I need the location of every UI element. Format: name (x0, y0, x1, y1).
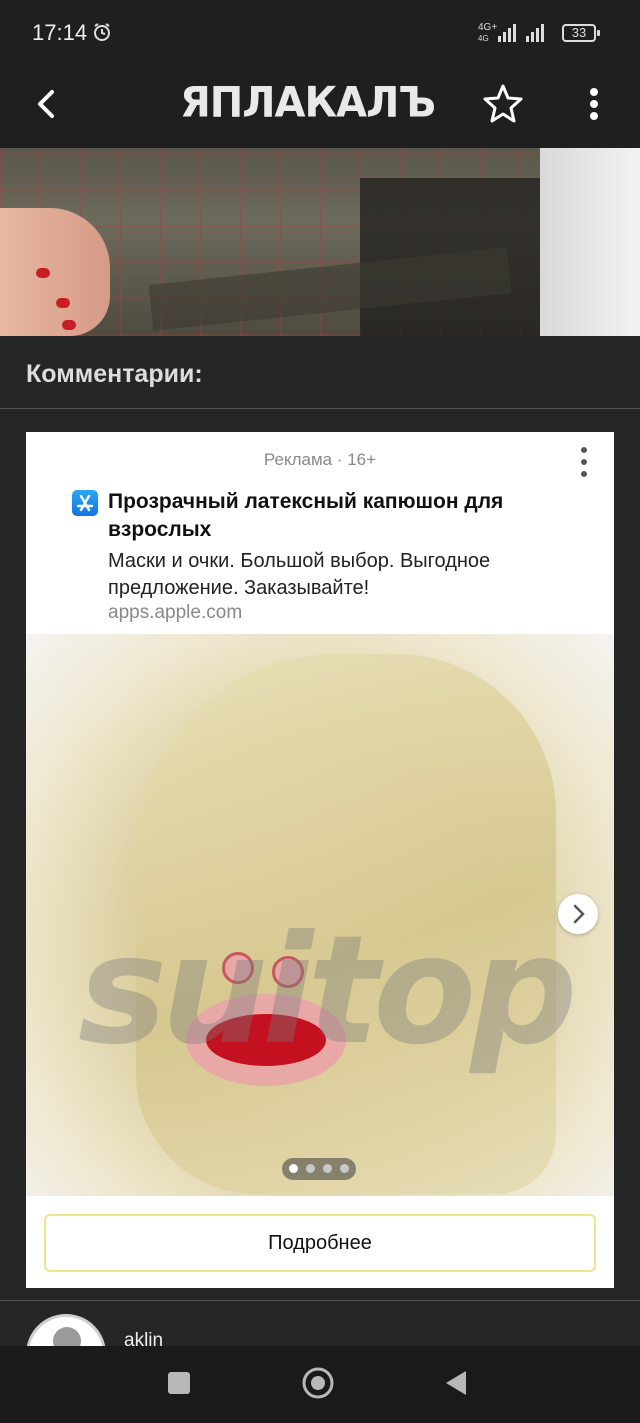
status-time: 17:14 (32, 20, 88, 45)
svg-text:4G+: 4G+ (478, 22, 497, 33)
ad-image-carousel[interactable]: suitop (26, 634, 614, 1196)
carousel-dot[interactable] (323, 1164, 332, 1173)
ad-label: Реклама · 16+ (263, 450, 377, 469)
recent-apps-icon[interactable] (168, 1372, 190, 1394)
favorite-star-icon[interactable] (482, 82, 524, 124)
site-logo[interactable]: ЯПЛАКАЛЪ (180, 78, 458, 134)
image-watermark: suitop (78, 904, 578, 1078)
divider (0, 1300, 640, 1301)
carousel-next-icon[interactable] (558, 894, 598, 934)
post-image (0, 148, 640, 336)
status-bar: 17:14 4G+ 4G 33 (0, 0, 640, 64)
home-icon[interactable] (300, 1365, 336, 1401)
carousel-dot[interactable] (289, 1164, 298, 1173)
ad-menu-icon[interactable] (574, 444, 594, 480)
svg-text:4G: 4G (478, 34, 489, 43)
carousel-dots (282, 1158, 356, 1180)
app-toolbar: ЯПЛАКАЛЪ (0, 64, 640, 148)
back-arrow-icon[interactable] (28, 84, 68, 124)
ad-description: Маски и очки. Большой выбор. Выгодное пр… (108, 550, 491, 599)
logo-text: ЯПЛАКАЛЪ (180, 78, 436, 128)
carousel-dot[interactable] (306, 1164, 315, 1173)
comments-title: Комментарии: (26, 360, 203, 388)
ad-more-button[interactable]: Подробнее (44, 1214, 596, 1272)
ad-card[interactable]: Реклама · 16+ Прозрачный латексный капюш… (26, 432, 614, 1288)
ad-title[interactable]: Прозрачный латексный капюшон для взрослы… (108, 488, 578, 544)
nav-back-icon[interactable] (442, 1367, 468, 1399)
signal-icon: 4G+ 4G (478, 22, 544, 43)
ad-url[interactable]: apps.apple.com (108, 602, 242, 624)
comments-section-header: Комментарии: (0, 338, 640, 409)
network-indicator: 4G+ 4G (478, 20, 558, 49)
system-nav-bar (0, 1346, 640, 1423)
carousel-dot[interactable] (340, 1164, 349, 1173)
battery-indicator: 33 (562, 24, 600, 42)
app-store-icon (72, 490, 98, 516)
overflow-menu-icon[interactable] (578, 84, 610, 124)
alarm-icon (94, 23, 110, 41)
